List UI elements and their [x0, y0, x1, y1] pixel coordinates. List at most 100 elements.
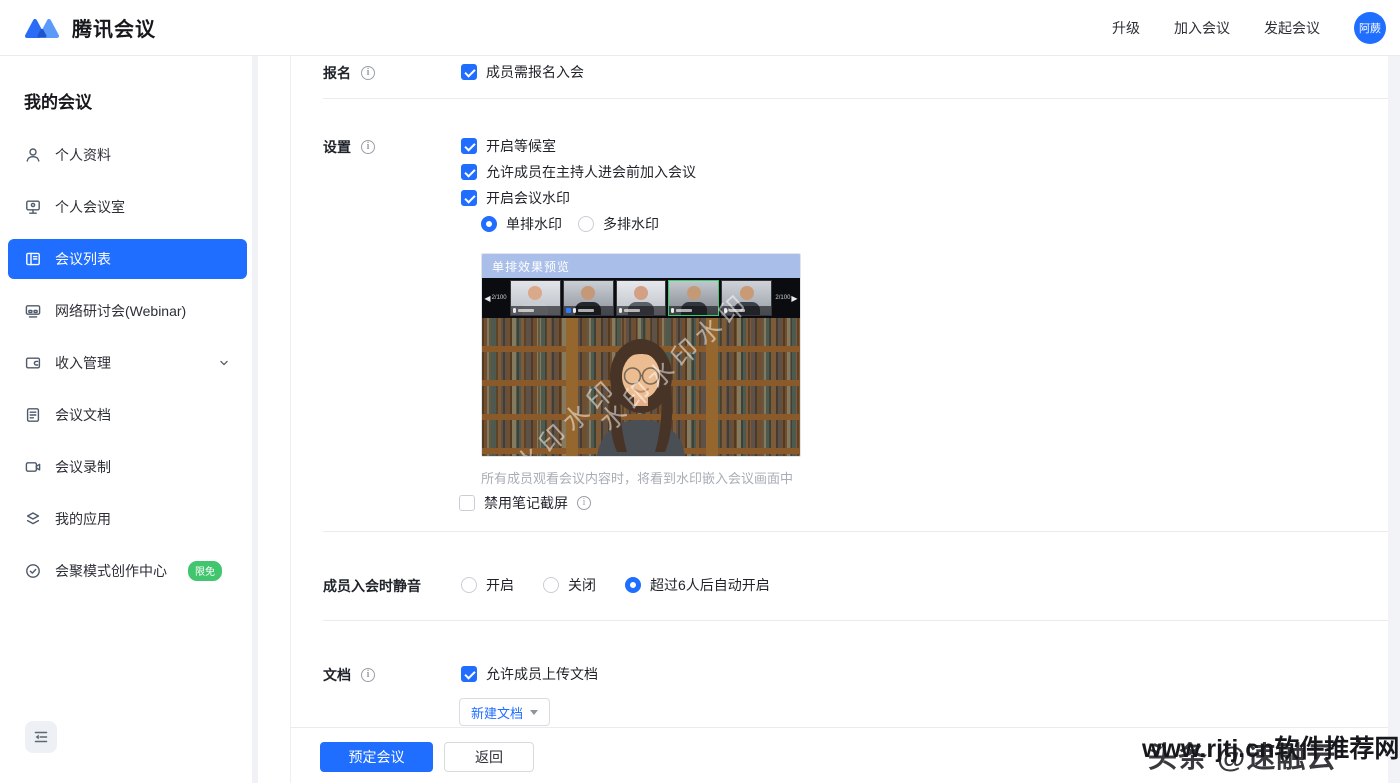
participant-name: [518, 309, 534, 312]
mute-off-radio[interactable]: 关闭: [543, 575, 596, 595]
host-badge: [566, 308, 571, 313]
creator-center-icon: [24, 562, 42, 580]
participant-name: [624, 309, 640, 312]
sidebar-item-meeting-list[interactable]: 会议列表: [8, 239, 247, 279]
radio-dot: [578, 216, 594, 232]
mic-icon: [619, 308, 622, 313]
single-row-watermark-radio[interactable]: 单排水印: [481, 214, 562, 234]
my-apps-icon: [24, 510, 42, 528]
sidebar-item-label: 会议录制: [55, 457, 111, 477]
mute-on-radio[interactable]: 开启: [461, 575, 514, 595]
preview-title-bar: 单排效果预览: [482, 254, 800, 278]
multi-row-watermark-radio[interactable]: 多排水印: [578, 214, 659, 234]
radio-dot: [481, 216, 497, 232]
watermark-caption: 所有成员观看会议内容时，将看到水印嵌入会议画面中: [481, 468, 793, 487]
new-document-button[interactable]: 新建文档: [459, 698, 550, 726]
back-button[interactable]: 返回: [444, 742, 534, 772]
app-title: 腾讯会议: [72, 13, 156, 42]
meeting-list-icon: [24, 250, 42, 268]
video-thumbnail: [563, 280, 614, 316]
recording-icon: [24, 458, 42, 476]
sidebar-item-creator-center[interactable]: 会聚模式创作中心 限免: [8, 551, 247, 591]
tencent-meeting-logo-icon: [22, 14, 62, 42]
schedule-meeting-button[interactable]: 预定会议: [320, 742, 433, 772]
sidebar-item-recording[interactable]: 会议录制: [8, 447, 247, 487]
free-badge: 限免: [188, 561, 222, 581]
mic-icon: [573, 308, 576, 313]
docs-section-label: 文档: [323, 665, 375, 685]
video-thumbnail-active-speaker: [668, 280, 719, 316]
mic-icon: [671, 308, 674, 313]
disable-note-capture-checkbox[interactable]: 禁用笔记截屏: [459, 493, 591, 513]
collapse-sidebar-icon: [32, 728, 50, 746]
page-scrollbar[interactable]: [1388, 56, 1400, 783]
thumbnail-name-bar: [511, 306, 560, 315]
sidebar: 我的会议 个人资料 个人会议室: [0, 56, 255, 783]
user-icon: [24, 146, 42, 164]
meeting-watermark-checkbox[interactable]: 开启会议水印: [461, 188, 570, 208]
sidebar-scrollbar[interactable]: [252, 56, 258, 783]
allow-upload-docs-checkbox[interactable]: 允许成员上传文档: [461, 664, 598, 684]
strip-next: 2/100 ▶: [774, 294, 799, 303]
mic-icon: [724, 308, 727, 313]
sidebar-item-label: 会议文档: [55, 405, 111, 425]
participant-name: [676, 309, 692, 312]
strip-counter-left: 2/100: [492, 295, 507, 301]
info-icon[interactable]: [361, 668, 375, 682]
video-thumbnail: [510, 280, 561, 316]
nav-start-meeting[interactable]: 发起会议: [1264, 18, 1320, 38]
collapse-sidebar-button[interactable]: [25, 721, 57, 753]
preview-media: ◀ 2/100: [482, 278, 800, 456]
sidebar-item-label: 个人资料: [55, 145, 111, 165]
nav-join-meeting[interactable]: 加入会议: [1174, 18, 1230, 38]
sidebar-item-webinar[interactable]: 网络研讨会(Webinar): [8, 291, 247, 331]
sidebar-item-meeting-docs[interactable]: 会议文档: [8, 395, 247, 435]
radio-dot: [461, 577, 477, 593]
sidebar-item-label: 我的应用: [55, 509, 111, 529]
sidebar-nav: 个人资料 个人会议室 会议列表: [0, 135, 255, 591]
checkbox-box: [461, 666, 477, 682]
signup-section-label: 报名: [323, 63, 375, 83]
income-icon: [24, 354, 42, 372]
chevron-down-icon: [217, 356, 231, 370]
watermark-preview-card: 单排效果预览 ◀ 2/100: [481, 253, 801, 457]
caret-down-icon: [530, 710, 538, 715]
checkbox-box: [461, 138, 477, 154]
mute-auto-over-6-radio[interactable]: 超过6人后自动开启: [625, 575, 770, 595]
meeting-settings-form: 报名 成员需报名入会 设置 开启等候室 允许成员在主持人进会前加入会议 开启会议…: [290, 56, 1400, 783]
checkbox-box: [461, 64, 477, 80]
sidebar-item-personal-room[interactable]: 个人会议室: [8, 187, 247, 227]
thumbnail-name-bar: [564, 306, 613, 315]
footer-divider: [291, 727, 1400, 728]
avatar[interactable]: 阿蕨: [1354, 12, 1386, 44]
sidebar-item-label: 网络研讨会(Webinar): [55, 301, 186, 321]
sidebar-item-profile[interactable]: 个人资料: [8, 135, 247, 175]
settings-section-label: 设置: [323, 137, 375, 157]
sidebar-title: 我的会议: [24, 88, 255, 113]
thumbnail-name-bar: [669, 306, 718, 315]
sidebar-item-income[interactable]: 收入管理: [8, 343, 247, 383]
info-icon[interactable]: [361, 66, 375, 80]
sidebar-item-my-apps[interactable]: 我的应用: [8, 499, 247, 539]
radio-dot: [625, 577, 641, 593]
app-logo: 腾讯会议: [22, 13, 156, 42]
info-icon[interactable]: [577, 496, 591, 510]
tencent-meeting-app: 腾讯会议 升级 加入会议 发起会议 阿蕨 我的会议 个人资料: [0, 0, 1400, 783]
main-video-area: [482, 318, 800, 456]
divider: [323, 620, 1389, 621]
nav-upgrade[interactable]: 升级: [1112, 18, 1140, 38]
video-thumbnail-strip: ◀ 2/100: [482, 278, 800, 318]
sidebar-item-label: 会议列表: [55, 249, 111, 269]
webinar-icon: [24, 302, 42, 320]
mute-on-entry-label: 成员入会时静音: [323, 576, 421, 596]
personal-room-icon: [24, 198, 42, 216]
signup-required-checkbox[interactable]: 成员需报名入会: [461, 62, 584, 82]
info-icon[interactable]: [361, 140, 375, 154]
speaker-portrait: [561, 318, 721, 456]
checkbox-box: [459, 495, 475, 511]
waiting-room-checkbox[interactable]: 开启等候室: [461, 136, 556, 156]
divider: [323, 98, 1389, 99]
sidebar-item-label: 个人会议室: [55, 197, 125, 217]
video-thumbnail: [721, 280, 772, 316]
join-before-host-checkbox[interactable]: 允许成员在主持人进会前加入会议: [461, 162, 696, 182]
